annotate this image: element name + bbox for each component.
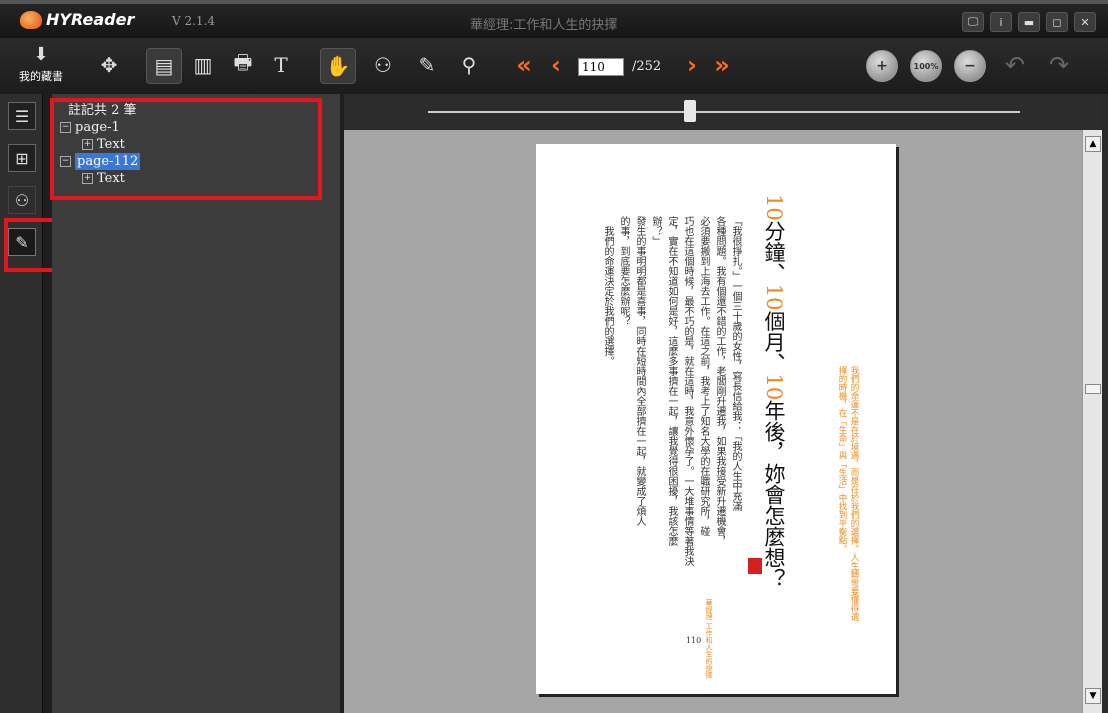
page-slider-thumb[interactable] xyxy=(684,100,696,122)
collapse-icon[interactable]: − xyxy=(60,156,71,167)
book-page: 我們的命運不是在於境遇，而是在於我們的選擇。人生轉彎要懂得選擇的時機，在「生命」… xyxy=(536,144,896,694)
chapter-title: 10分鐘、10個月、10年後，妳會怎麼想？ xyxy=(762,194,786,590)
window-controls: 🖵 i ▬ ◻ ✕ xyxy=(962,12,1096,32)
tree-node-label[interactable]: Text xyxy=(97,170,125,187)
scroll-thumb[interactable] xyxy=(1085,384,1101,394)
tree-node-page-1[interactable]: − page-1 xyxy=(60,119,140,136)
my-library-label: 我的藏書 xyxy=(19,70,63,83)
notes-count-header: 註記共 2 筆 xyxy=(68,103,137,118)
body-text-column: 的事，到底要怎麼辦呢？ xyxy=(618,216,629,326)
previous-page-icon[interactable]: ‹ xyxy=(544,48,568,82)
double-page-icon[interactable]: ▥ xyxy=(186,48,220,82)
body-text-column: 「我很掙扎。」一個三十歲的女性，寫長信給我：「我的人生中充滿 xyxy=(730,216,741,511)
page-number-input[interactable]: 110 xyxy=(578,58,624,76)
redo-icon[interactable]: ↷ xyxy=(1044,51,1074,79)
window-edge xyxy=(1102,94,1108,713)
collapse-icon[interactable]: − xyxy=(60,122,71,133)
page-footer: 華經理 工作和人生的抉擇 xyxy=(705,599,713,679)
first-page-icon[interactable]: « xyxy=(512,48,536,82)
expand-icon[interactable]: + xyxy=(82,139,93,150)
document-viewer: 我們的命運不是在於境遇，而是在於我們的選擇。人生轉彎要懂得選擇的時機，在「生命」… xyxy=(344,130,1082,713)
tree-node-page-112[interactable]: − page-112 xyxy=(60,153,141,170)
page-slider-track[interactable] xyxy=(428,111,1020,113)
scroll-down-icon[interactable]: ▼ xyxy=(1085,688,1101,704)
notes-pen-icon[interactable]: ✎ xyxy=(8,228,36,256)
minimize-button[interactable]: ▬ xyxy=(1018,12,1040,32)
notes-panel: 註記共 2 筆 − page-1 + Text − page-112 + Tex… xyxy=(52,94,340,713)
tree-node-label[interactable]: page-1 xyxy=(75,119,120,136)
single-page-icon[interactable]: ▤ xyxy=(146,48,182,84)
print-icon[interactable]: 🖶 xyxy=(226,48,260,82)
download-arrow-icon: ⬇ xyxy=(33,44,49,65)
toolbar: ⬇ 我的藏書 ✥ ▤ ▥ 🖶 T ✋ ⚇ ✎ ⚲ « ‹ 110 /252 › … xyxy=(0,38,1108,94)
app-version: V 2.1.4 xyxy=(172,14,216,28)
side-note: 我們的命運不是在於境遇，而是在於我們的選擇。人生轉彎要懂得選擇的時機，在「生命」… xyxy=(837,366,859,621)
info-button[interactable]: i xyxy=(990,12,1012,32)
title-bar: HYReader V 2.1.4 華經理:工作和人生的抉擇 🖵 i ▬ ◻ ✕ xyxy=(0,0,1108,38)
scroll-up-icon[interactable]: ▲ xyxy=(1085,136,1101,152)
zoom-in-icon[interactable]: + xyxy=(866,50,898,82)
note-edit-icon[interactable]: ✎ xyxy=(410,48,444,82)
my-library-button[interactable]: ⬇ 我的藏書 xyxy=(16,44,66,90)
page-total: /252 xyxy=(632,59,662,74)
tree-node-text[interactable]: + Text xyxy=(60,136,140,153)
expand-icon[interactable]: + xyxy=(82,173,93,184)
note-marker-icon[interactable] xyxy=(748,558,762,574)
zoom-out-icon[interactable]: − xyxy=(954,50,986,82)
last-page-icon[interactable]: » xyxy=(710,48,734,82)
document-title: 華經理:工作和人生的抉擇 xyxy=(470,18,618,33)
page-slider-area xyxy=(344,94,1108,130)
screen-mode-button[interactable]: 🖵 xyxy=(962,12,984,32)
hand-tool-icon[interactable]: ✋ xyxy=(320,48,356,84)
body-text-column: 定，實在不知道如何是好，這麼多事擠在一起，讓我覺得很困擾，我該怎麼 xyxy=(666,216,677,546)
sidebar-tabs: ☰ ⊞ ⚇ ✎ xyxy=(0,94,43,713)
bookmark-pin-icon[interactable]: ⚲ xyxy=(452,48,486,82)
next-page-icon[interactable]: › xyxy=(680,48,704,82)
notes-tree: 註記共 2 筆 − page-1 + Text − page-112 + Tex… xyxy=(60,102,141,187)
body-text-column: 必須要搬到上海去工作。在這之前，我考上了知名大學的在職研究所，碰 xyxy=(698,216,709,536)
toc-list-icon[interactable]: ☰ xyxy=(8,102,36,130)
maximize-button[interactable]: ◻ xyxy=(1046,12,1068,32)
close-button[interactable]: ✕ xyxy=(1074,12,1096,32)
tree-node-text[interactable]: + Text xyxy=(60,170,140,187)
app-logo: HYReader xyxy=(20,10,134,29)
binoculars-search-icon[interactable]: ⚇ xyxy=(366,48,400,82)
body-text-column: 辦？」 xyxy=(650,216,661,246)
body-text-column: 發生的事明明都是喜事，同時在短時間內全部擠在一起，就變成了煩人 xyxy=(634,216,645,526)
zoom-100-icon[interactable]: 100% xyxy=(910,50,942,82)
search-binoculars-icon[interactable]: ⚇ xyxy=(8,186,36,214)
body-text-column: 巧也在這個時候，最不巧的是，就在這時，我意外懷孕了。一大堆事情等著我決 xyxy=(682,216,693,566)
thumbnail-grid-icon[interactable]: ⊞ xyxy=(8,144,36,172)
body-text-column: 我們的命運決定於我們的選擇。 xyxy=(602,226,613,366)
tree-node-label[interactable]: Text xyxy=(97,136,125,153)
vertical-scrollbar[interactable]: ▲ ▼ xyxy=(1082,130,1103,713)
tree-node-label-selected[interactable]: page-112 xyxy=(75,153,141,170)
page-number: 110 xyxy=(686,636,702,645)
move-icon[interactable]: ✥ xyxy=(92,48,126,82)
logo-icon xyxy=(20,10,42,29)
top-strip xyxy=(0,0,1108,4)
app-name: HYReader xyxy=(46,10,135,29)
body-text-column: 各種問題。我有個還不錯的工作，老闆剛升遷我，如果我接受新升遷機會， xyxy=(714,216,725,546)
text-tool-icon[interactable]: T xyxy=(264,48,298,82)
undo-icon[interactable]: ↶ xyxy=(1000,51,1030,79)
